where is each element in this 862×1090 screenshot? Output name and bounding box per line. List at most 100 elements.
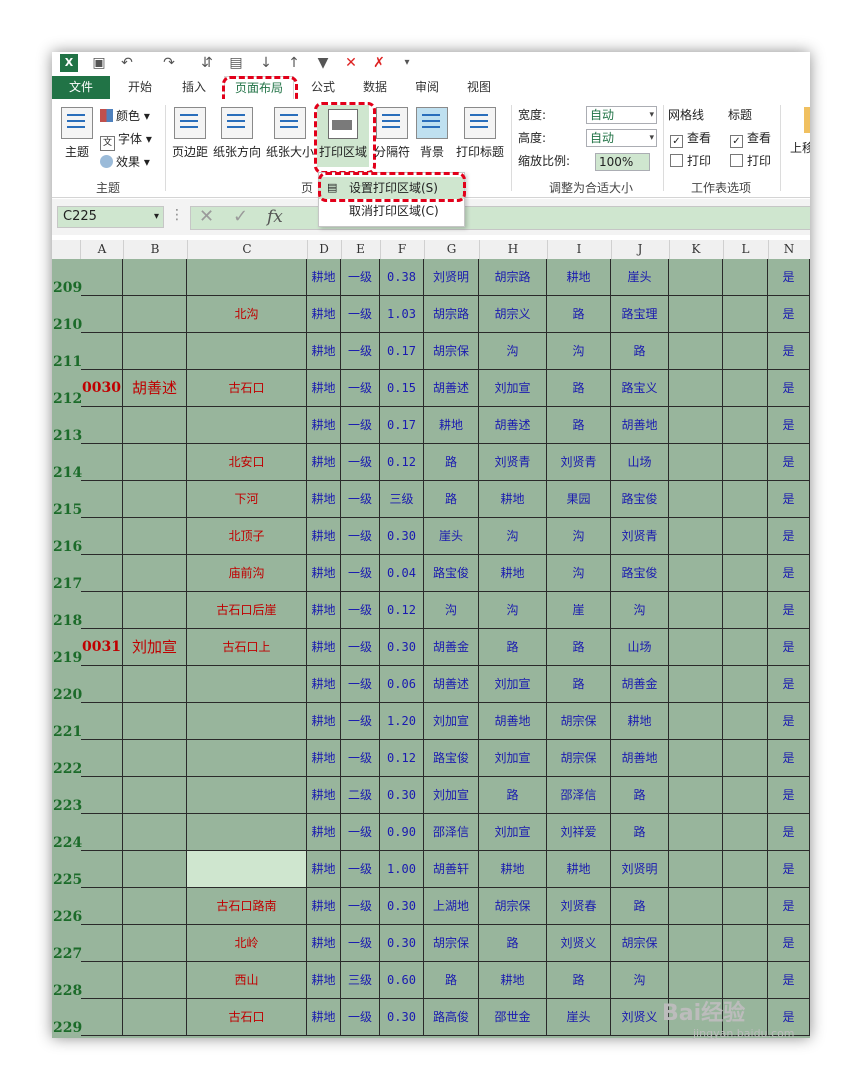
cell-F[interactable]: 1.03 (380, 296, 424, 333)
cell-F[interactable]: 0.17 (380, 333, 424, 370)
cell-G[interactable]: 路宝俊 (424, 740, 479, 777)
cell-H[interactable]: 刘加宣 (479, 370, 547, 407)
cell-F[interactable]: 0.15 (380, 370, 424, 407)
cell-D[interactable]: 耕地 (307, 666, 341, 703)
cell-J[interactable]: 路宝义 (611, 370, 669, 407)
cell-I[interactable]: 崖 (547, 592, 611, 629)
undo-icon[interactable]: ↶ (118, 54, 136, 72)
clear-filter-icon[interactable]: ✕ (342, 54, 360, 72)
cell-I[interactable]: 路 (547, 370, 611, 407)
cell-C[interactable]: 庙前沟 (187, 555, 307, 592)
cell-L[interactable] (723, 481, 768, 518)
cell-L[interactable] (723, 703, 768, 740)
cell-N[interactable]: 是 (768, 333, 810, 370)
cell-A[interactable] (81, 814, 123, 851)
cell-G[interactable]: 胡善述 (424, 370, 479, 407)
sort-desc-icon[interactable]: ↑ (285, 54, 303, 72)
cell-J[interactable]: 路 (611, 333, 669, 370)
cell-E[interactable]: 一级 (341, 370, 380, 407)
cell-G[interactable]: 刘加宣 (424, 777, 479, 814)
cell-I[interactable]: 刘贤青 (547, 444, 611, 481)
cell-E[interactable]: 一级 (341, 703, 380, 740)
cell-F[interactable]: 0.30 (380, 777, 424, 814)
cell-F[interactable]: 0.30 (380, 999, 424, 1036)
cell-E[interactable]: 一级 (341, 407, 380, 444)
formula-input[interactable]: ✕ ✓ fx (190, 206, 810, 230)
redo-icon[interactable]: ↷ (160, 54, 178, 72)
cell-A[interactable] (81, 592, 123, 629)
cell-N[interactable]: 是 (768, 481, 810, 518)
cell-F[interactable]: 0.30 (380, 518, 424, 555)
cell-K[interactable] (669, 814, 723, 851)
cell-E[interactable]: 一级 (341, 444, 380, 481)
cell-K[interactable] (669, 407, 723, 444)
row-header[interactable]: 225 (52, 851, 82, 888)
cell-K[interactable] (669, 259, 723, 296)
name-box[interactable]: C225 ▾ (57, 206, 164, 228)
cell-B[interactable] (123, 962, 187, 999)
margins-button[interactable]: 页边距 (170, 107, 210, 160)
row-header[interactable]: 222 (52, 740, 82, 777)
colors-button[interactable]: 颜色 ▾ (100, 107, 150, 125)
print-area-button[interactable]: 打印区域 (317, 105, 369, 167)
cell-C[interactable] (187, 777, 307, 814)
cell-F[interactable]: 0.90 (380, 814, 424, 851)
cell-K[interactable] (669, 703, 723, 740)
cell-D[interactable]: 耕地 (307, 851, 341, 888)
cell-K[interactable] (669, 333, 723, 370)
row-header[interactable]: 216 (52, 518, 82, 555)
cell-I[interactable]: 路 (547, 629, 611, 666)
cell-K[interactable] (669, 592, 723, 629)
cell-H[interactable]: 刘加宣 (479, 814, 547, 851)
cell-C[interactable]: 北沟 (187, 296, 307, 333)
cell-H[interactable]: 胡宗保 (479, 888, 547, 925)
cell-I[interactable]: 沟 (547, 333, 611, 370)
cell-G[interactable]: 耕地 (424, 407, 479, 444)
cell-K[interactable] (669, 370, 723, 407)
cell-A[interactable] (81, 925, 123, 962)
cell-L[interactable] (723, 333, 768, 370)
cell-N[interactable]: 是 (768, 888, 810, 925)
cell-N[interactable]: 是 (768, 962, 810, 999)
cell-J[interactable]: 胡善地 (611, 740, 669, 777)
cell-K[interactable] (669, 777, 723, 814)
cancel-icon[interactable]: ✕ (199, 206, 214, 227)
cell-H[interactable]: 耕地 (479, 962, 547, 999)
cell-E[interactable]: 一级 (341, 740, 380, 777)
cell-I[interactable]: 邵泽信 (547, 777, 611, 814)
cell-I[interactable]: 路 (547, 962, 611, 999)
column-header[interactable]: J (611, 240, 670, 259)
cell-J[interactable]: 刘贤义 (611, 999, 669, 1036)
cell-B[interactable] (123, 333, 187, 370)
cell-C[interactable] (187, 814, 307, 851)
orientation-button[interactable]: 纸张方向 (212, 107, 262, 160)
cell-N[interactable]: 是 (768, 851, 810, 888)
row-header[interactable]: 217 (52, 555, 82, 592)
cell-L[interactable] (723, 370, 768, 407)
cell-A[interactable] (81, 296, 123, 333)
row-header[interactable]: 224 (52, 814, 82, 851)
cell-N[interactable]: 是 (768, 407, 810, 444)
column-header[interactable]: D (307, 240, 342, 259)
cell-D[interactable]: 耕地 (307, 999, 341, 1036)
cell-H[interactable]: 胡善地 (479, 703, 547, 740)
cell-K[interactable] (669, 962, 723, 999)
cell-C[interactable]: 古石口后崖 (187, 592, 307, 629)
name-box-dropdown-icon[interactable]: ▾ (154, 207, 159, 227)
cell-E[interactable]: 一级 (341, 259, 380, 296)
cell-J[interactable]: 胡善地 (611, 407, 669, 444)
cell-B[interactable] (123, 481, 187, 518)
cell-N[interactable]: 是 (768, 740, 810, 777)
cell-L[interactable] (723, 814, 768, 851)
column-header[interactable]: H (479, 240, 548, 259)
cell-D[interactable]: 耕地 (307, 925, 341, 962)
cell-L[interactable] (723, 851, 768, 888)
effects-button[interactable]: 效果 ▾ (100, 153, 150, 171)
filter-icon[interactable]: ▼ (314, 54, 332, 72)
cell-H[interactable]: 刘加宣 (479, 666, 547, 703)
cell-G[interactable]: 胡宗保 (424, 333, 479, 370)
height-dropdown[interactable]: 自动 ▾ (586, 129, 657, 147)
width-dropdown[interactable]: 自动 ▾ (586, 106, 657, 124)
cell-J[interactable]: 路 (611, 888, 669, 925)
cell-H[interactable]: 耕地 (479, 555, 547, 592)
